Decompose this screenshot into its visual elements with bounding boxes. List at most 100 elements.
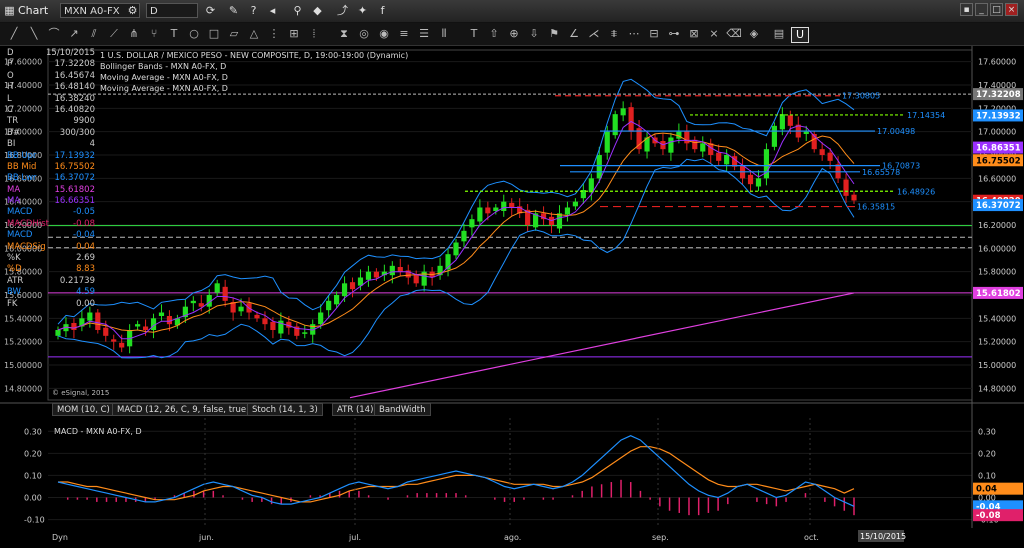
candle-body — [318, 312, 324, 325]
link-icon[interactable]: ⚲ — [290, 3, 305, 18]
text-tool-icon[interactable]: T — [166, 27, 182, 41]
candle-body — [334, 295, 340, 305]
candle-body — [716, 152, 722, 161]
help-icon[interactable]: ? — [246, 3, 261, 18]
eraser-icon[interactable]: ◈ — [746, 27, 762, 41]
maximize-button[interactable]: □ — [990, 3, 1003, 16]
fib-tool-icon[interactable]: ≡ — [396, 27, 412, 41]
data-window-row: MA 16.66351 — [5, 196, 95, 207]
price-tick-label: 16.60000 — [978, 174, 1016, 183]
marker-down-tool-icon[interactable]: ⇩ — [526, 27, 542, 41]
candle-body — [349, 282, 356, 290]
angle-tool-icon[interactable]: ∠ — [566, 27, 582, 41]
magnet-icon[interactable]: U — [791, 27, 809, 43]
channel-tool-icon[interactable]: ⫽ — [86, 27, 102, 41]
share-icon[interactable]: ⤴ — [335, 3, 350, 18]
candle-body — [254, 314, 260, 319]
study-tab[interactable]: MOM (10, C) — [52, 403, 115, 416]
data-window-label: MACD — [7, 207, 33, 218]
macd-left-tick-label: -0.10 — [24, 516, 45, 525]
price-tag-label: 15.61802 — [976, 289, 1021, 299]
measure-tool-icon[interactable]: ⊠ — [686, 27, 702, 41]
hline-tool-icon[interactable]: ⌒ — [46, 27, 62, 41]
ellipse-tool-icon[interactable]: ○ — [186, 27, 202, 41]
arrow-tool-icon[interactable]: ↗ — [66, 27, 82, 41]
gann-tool-icon[interactable]: ⊞ — [286, 27, 302, 41]
study-tab[interactable]: BandWidth — [374, 403, 431, 416]
projection-tool-icon[interactable]: ⊟ — [646, 27, 662, 41]
settings-icon[interactable]: ⚙ — [125, 3, 140, 18]
triangle-tool-icon[interactable]: △ — [246, 27, 262, 41]
data-window-row: L 16.38240 — [5, 94, 95, 105]
refresh-icon[interactable]: ⟳ — [203, 3, 218, 18]
price-tick-label: 15.00000 — [978, 361, 1016, 370]
data-window-row: B# 300/300 — [5, 128, 95, 139]
study-tab[interactable]: ATR (14) — [332, 403, 379, 416]
fork-tool-icon[interactable]: ⑂ — [146, 27, 162, 41]
erase-tool-icon[interactable]: ⌫ — [726, 27, 742, 41]
pitchfork-tool-icon[interactable]: ⋔ — [126, 27, 142, 41]
data-window-value: 4.59 — [76, 287, 95, 298]
bars-tool-icon[interactable]: ⦙ — [306, 27, 322, 41]
data-window-row: %D 8.83 — [5, 264, 95, 275]
data-window-label: %D — [7, 264, 22, 275]
study-tab[interactable]: MACD (12, 26, C, 9, false, true) — [112, 403, 255, 416]
facebook-icon[interactable]: f — [375, 3, 390, 18]
marker-tool-icon[interactable]: ⊕ — [506, 27, 522, 41]
candle-body — [214, 283, 220, 293]
candle-body — [469, 219, 475, 228]
data-window-label: B# — [7, 127, 20, 138]
trend-tool-icon[interactable]: ⟋ — [106, 27, 122, 41]
data-window-label: BB Mid — [7, 161, 37, 172]
timezone-tool-icon[interactable]: ⦀ — [436, 27, 452, 41]
chart-header-line: Moving Average - MXN A0-FX, D — [100, 84, 228, 93]
chart-header-line: 1 U.S. DOLLAR / MEXICO PESO - NEW COMPOS… — [100, 51, 408, 60]
text-label-tool-icon[interactable]: T — [466, 27, 482, 41]
close-button[interactable]: × — [1005, 3, 1018, 16]
x-axis-label: sep. — [652, 533, 669, 542]
data-window-label: BW — [7, 287, 21, 298]
pin-icon[interactable]: ▪ — [960, 3, 973, 16]
pencil-icon[interactable]: ✎ — [226, 3, 241, 18]
rectangle-tool-icon[interactable]: □ — [206, 27, 222, 41]
minimize-button[interactable]: _ — [975, 3, 988, 16]
cycle-tool-icon[interactable]: ⋮ — [266, 27, 282, 41]
grid-tool-icon[interactable]: ⧗ — [336, 27, 352, 41]
speed-tool-icon[interactable]: ⋌ — [586, 27, 602, 41]
candle-body — [556, 213, 563, 229]
interval-select[interactable]: D — [146, 3, 198, 18]
candle-body — [564, 207, 571, 215]
line-tool-icon[interactable]: ╱ — [6, 27, 22, 41]
candle-body — [111, 339, 117, 342]
twitter-icon[interactable]: ✦ — [355, 3, 370, 18]
tag-icon[interactable]: ◆ — [310, 3, 325, 18]
fibext-tool-icon[interactable]: ☰ — [416, 27, 432, 41]
polygon-tool-icon[interactable]: ▱ — [226, 27, 242, 41]
andrews-tool-icon[interactable]: ⋯ — [626, 27, 642, 41]
x-axis-label: Dyn — [52, 533, 68, 542]
data-window-label: MACD — [7, 230, 33, 241]
circles-tool-icon[interactable]: ◎ — [356, 27, 372, 41]
x-axis-label: jul. — [348, 533, 361, 542]
level-label: 17.30805 — [842, 92, 880, 101]
candle-body — [365, 271, 372, 280]
study-tab[interactable]: Stoch (14, 1, 3) — [247, 403, 323, 416]
left-price-tick-label: 14.80000 — [4, 384, 42, 393]
ruler-tool-icon[interactable]: ⊶ — [666, 27, 682, 41]
chart-svg: 17.6000017.6000017.4000017.4000017.20000… — [0, 46, 1024, 545]
back-icon[interactable]: ◂ — [265, 3, 280, 18]
level-label: 17.14354 — [907, 111, 945, 120]
ray-tool-icon[interactable]: ╲ — [26, 27, 42, 41]
marker-up-tool-icon[interactable]: ⇧ — [486, 27, 502, 41]
data-window-value: 16.38240 — [54, 93, 95, 104]
chart-area[interactable]: 17.60000 17.60000 17.40000 17.40000 17.20000… — [0, 46, 1024, 545]
cross-tool-icon[interactable]: ⨯ — [706, 27, 722, 41]
spiral-tool-icon[interactable]: ◉ — [376, 27, 392, 41]
data-window-row: H 16.48140 — [5, 82, 95, 93]
data-window-value: 17.13932 — [54, 150, 95, 161]
data-window-label: MACDHist — [7, 218, 49, 229]
template-icon[interactable]: ▤ — [771, 27, 787, 41]
regression-tool-icon[interactable]: ⩨ — [606, 27, 622, 41]
candle-body — [198, 303, 204, 307]
flag-tool-icon[interactable]: ⚑ — [546, 27, 562, 41]
